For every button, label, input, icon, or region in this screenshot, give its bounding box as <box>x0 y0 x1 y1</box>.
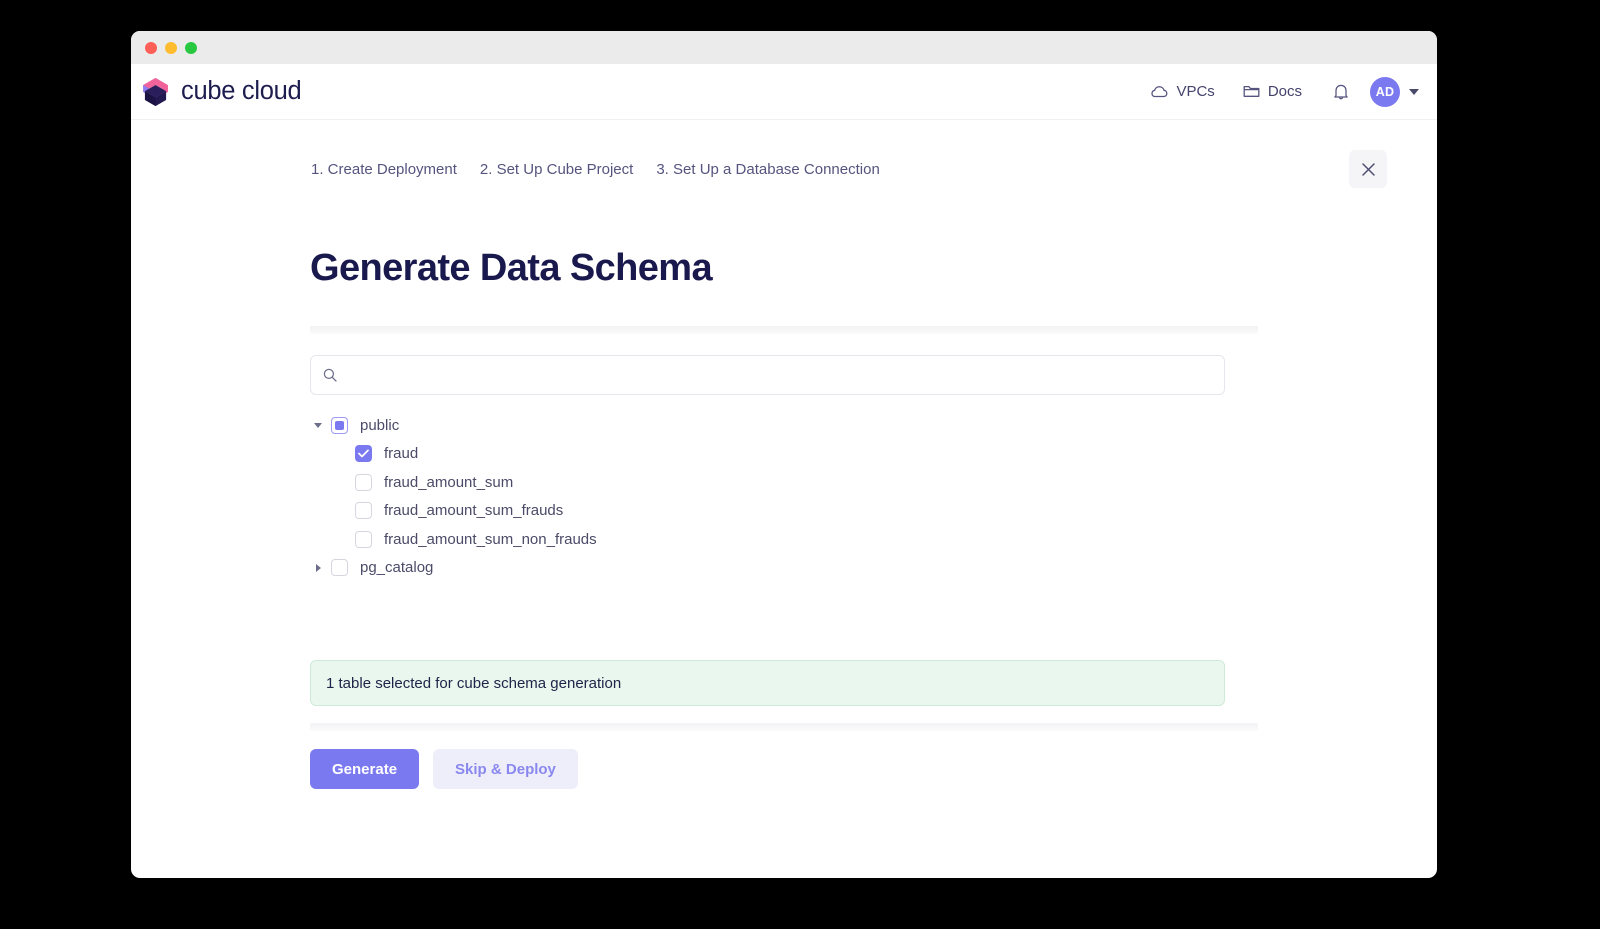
page-title: Generate Data Schema <box>310 247 713 289</box>
tree-item-label: fraud_amount_sum <box>384 473 514 491</box>
skip-and-deploy-button[interactable]: Skip & Deploy <box>433 749 578 789</box>
nav-link-vpcs-label: VPCs <box>1176 83 1215 100</box>
tree-item-label: public <box>360 416 400 434</box>
cube-cloud-logo[interactable]: cube cloud <box>140 77 302 107</box>
tree-row[interactable]: pg_catalog <box>310 554 1389 583</box>
chevron-down-icon[interactable] <box>310 422 326 428</box>
window-titlebar <box>131 31 1437 64</box>
tree-item-label: fraud <box>384 445 419 463</box>
tree-row[interactable]: fraud_amount_sum_frauds <box>310 497 1389 526</box>
status-banner: 1 table selected for cube schema generat… <box>310 660 1225 706</box>
content-top-divider <box>310 326 1258 334</box>
tree-row[interactable]: fraud_amount_sum <box>310 468 1389 497</box>
bell-icon <box>1334 84 1348 99</box>
traffic-light-maximize-icon[interactable] <box>185 41 197 54</box>
traffic-light-minimize-icon[interactable] <box>165 41 177 54</box>
nav-link-vpcs[interactable]: VPCs <box>1136 77 1228 106</box>
wizard-steps: 1. Create Deployment 2. Set Up Cube Proj… <box>131 120 1437 192</box>
notifications-button[interactable] <box>1324 75 1358 109</box>
search-input[interactable] <box>346 367 1212 383</box>
wizard-step-2[interactable]: 2. Set Up Cube Project <box>480 161 633 178</box>
wizard-step-3[interactable]: 3. Set Up a Database Connection <box>656 161 879 178</box>
search-icon <box>323 368 337 382</box>
cube-logo-icon <box>143 77 168 106</box>
close-wizard-button[interactable] <box>1349 150 1387 188</box>
checkbox-unchecked-icon[interactable] <box>355 530 372 548</box>
status-banner-text: 1 table selected for cube schema generat… <box>326 674 622 692</box>
page-body: 1. Create Deployment 2. Set Up Cube Proj… <box>131 120 1437 789</box>
main-content: Generate Data Schema public fraud fraud_am… <box>131 247 1437 789</box>
tree-item-label: fraud_amount_sum_frauds <box>384 502 564 520</box>
tree-row[interactable]: public <box>310 411 1389 440</box>
checkbox-unchecked-icon[interactable] <box>355 473 372 491</box>
top-navigation-bar: cube cloud VPCs Docs AD <box>131 64 1437 120</box>
avatar[interactable]: AD <box>1370 76 1400 107</box>
nav-right-group: VPCs Docs AD <box>1136 75 1419 109</box>
content-bottom-divider <box>310 723 1258 731</box>
brand-name: cube cloud <box>181 77 302 105</box>
chevron-down-icon[interactable] <box>1409 88 1419 95</box>
checkbox-unchecked-icon[interactable] <box>331 559 348 577</box>
search-field[interactable] <box>310 355 1225 395</box>
checkbox-indeterminate-square <box>335 420 344 430</box>
action-buttons: Generate Skip & Deploy <box>310 749 1389 789</box>
tree-item-label: fraud_amount_sum_non_frauds <box>384 530 597 548</box>
tree-row[interactable]: fraud <box>310 440 1389 469</box>
traffic-light-close-icon[interactable] <box>145 41 157 54</box>
close-icon <box>1361 162 1375 176</box>
cloud-icon <box>1151 85 1168 97</box>
wizard-step-1[interactable]: 1. Create Deployment <box>311 161 457 178</box>
generate-button[interactable]: Generate <box>310 749 420 789</box>
chevron-right-icon[interactable] <box>310 563 326 572</box>
checkbox-unchecked-icon[interactable] <box>355 502 372 520</box>
nav-link-docs-label: Docs <box>1267 83 1302 100</box>
nav-link-docs[interactable]: Docs <box>1229 77 1316 106</box>
tree-item-label: pg_catalog <box>360 559 434 577</box>
folder-icon <box>1243 85 1260 97</box>
checkbox-checked-icon[interactable] <box>355 445 372 463</box>
avatar-initials: AD <box>1375 84 1395 99</box>
browser-window: cube cloud VPCs Docs AD 1. Create Deploy… <box>131 31 1437 878</box>
tree-row[interactable]: fraud_amount_sum_non_frauds <box>310 525 1389 554</box>
checkbox-indeterminate-icon[interactable] <box>331 416 348 434</box>
schema-tree: public fraud fraud_amount_sum fraud_amount_… <box>310 411 1389 582</box>
